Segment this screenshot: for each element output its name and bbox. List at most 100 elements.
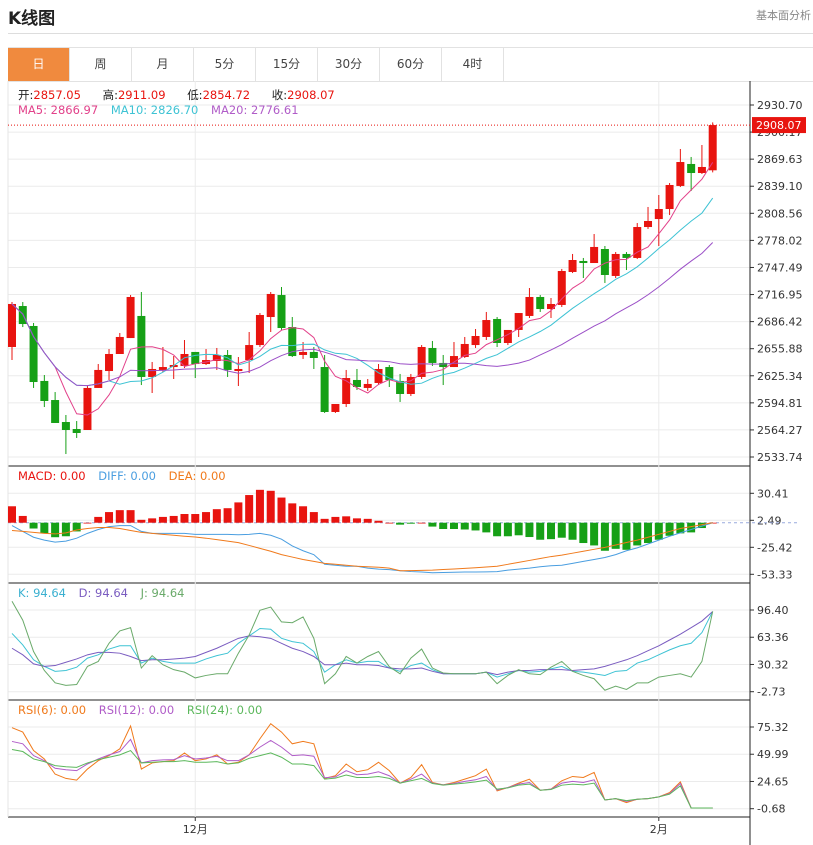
y-tick-label: 96.40 — [757, 604, 789, 617]
candle-body — [234, 368, 243, 372]
y-tick-label: 2686.42 — [757, 316, 803, 329]
macd-bar — [406, 522, 415, 524]
ma10-line — [11, 197, 714, 387]
kline-chart[interactable]: 2930.702900.172869.632839.102808.562778.… — [0, 0, 813, 845]
y-tick-label: 2.49 — [757, 514, 782, 527]
candle-body — [277, 295, 286, 329]
candle-body — [191, 351, 200, 365]
y-tick-label: 2716.95 — [757, 289, 803, 302]
macd-bar — [568, 522, 577, 540]
candle — [665, 183, 674, 216]
candle-body — [557, 270, 566, 305]
candle — [126, 295, 135, 339]
candle — [320, 354, 329, 413]
candle-body — [61, 422, 70, 430]
candle — [406, 373, 415, 397]
candle — [61, 415, 70, 455]
candle — [40, 375, 49, 408]
candle — [428, 340, 437, 366]
candle-body — [309, 351, 318, 358]
macd-bar — [137, 519, 146, 523]
macd-bar — [277, 497, 286, 523]
candle — [503, 329, 512, 346]
macd-bar — [633, 522, 642, 546]
candle-body — [525, 296, 534, 316]
macd-bar — [471, 522, 480, 531]
candle — [212, 347, 221, 370]
candle-body — [579, 260, 588, 264]
candle — [255, 313, 264, 347]
candle-body — [482, 320, 491, 337]
macd-bar — [493, 522, 502, 537]
macd-bar — [654, 522, 663, 540]
candle-body — [406, 376, 415, 394]
dea-value: DEA: 0.00 — [168, 469, 226, 483]
candle — [266, 292, 275, 333]
macd-bar — [148, 518, 157, 523]
d-value: D: 94.64 — [78, 586, 128, 600]
candle — [708, 122, 717, 173]
macd-bar — [320, 518, 329, 523]
candle-body — [29, 325, 38, 383]
k-value: K: 94.64 — [18, 586, 66, 600]
y-tick-label: 2808.56 — [757, 207, 803, 220]
candle — [525, 288, 534, 318]
candle — [245, 332, 254, 373]
ma20-legend: MA20: 2776.61 — [211, 103, 299, 117]
candle — [536, 295, 545, 312]
candle — [590, 234, 599, 264]
x-tick-label: 12月 — [183, 823, 208, 836]
macd-bar — [396, 522, 405, 525]
macd-bar — [126, 510, 135, 523]
macd-bar — [180, 514, 189, 523]
low-label: 低: — [187, 88, 203, 102]
candle-body — [255, 314, 264, 346]
macd-value: MACD: 0.00 — [18, 469, 86, 483]
candle-body — [363, 383, 372, 388]
candle-body — [115, 336, 124, 354]
y-tick-label: 2655.88 — [757, 343, 803, 356]
y-tick-label: -53.33 — [757, 568, 792, 581]
candle-body — [331, 404, 340, 412]
rsi12-line — [11, 738, 713, 809]
candle-body — [320, 367, 329, 412]
candle-body — [105, 353, 114, 372]
ma5-legend: MA5: 2866.97 — [18, 103, 99, 117]
macd-bar — [449, 522, 458, 530]
j-line — [11, 601, 714, 691]
y-tick-label: 2625.34 — [757, 370, 803, 383]
y-tick-label: 63.36 — [757, 631, 789, 644]
candle — [331, 404, 340, 413]
rsi24-line — [11, 748, 713, 809]
diff-value: DIFF: 0.00 — [98, 469, 156, 483]
candle — [644, 206, 653, 229]
macd-bar — [644, 522, 653, 544]
rsi6-line — [11, 722, 713, 809]
d-line — [11, 611, 714, 676]
macd-bar — [94, 516, 103, 523]
candle-body — [665, 184, 674, 210]
macd-bar — [8, 506, 16, 523]
rsi6-value: RSI(6): 0.00 — [18, 703, 87, 717]
candle — [51, 392, 60, 423]
macd-bar — [288, 503, 297, 523]
high-value: 2911.09 — [117, 88, 166, 102]
macd-bar — [245, 495, 254, 523]
candle — [223, 350, 232, 377]
macd-bar — [105, 512, 114, 523]
ma10-legend: MA10: 2826.70 — [110, 103, 199, 117]
candle-body — [51, 400, 60, 423]
candle — [8, 302, 16, 361]
y-tick-label: 75.32 — [757, 721, 789, 734]
candle — [568, 253, 577, 274]
candle-body — [83, 387, 92, 430]
macd-bar — [428, 522, 437, 527]
macd-bar — [61, 522, 70, 537]
macd-bar — [40, 522, 49, 534]
candle-body — [158, 367, 167, 370]
candle — [611, 252, 620, 279]
y-tick-label: -2.73 — [757, 686, 785, 699]
y-tick-label: 2564.27 — [757, 424, 803, 437]
macd-bar — [255, 489, 264, 523]
candle-body — [299, 351, 308, 355]
